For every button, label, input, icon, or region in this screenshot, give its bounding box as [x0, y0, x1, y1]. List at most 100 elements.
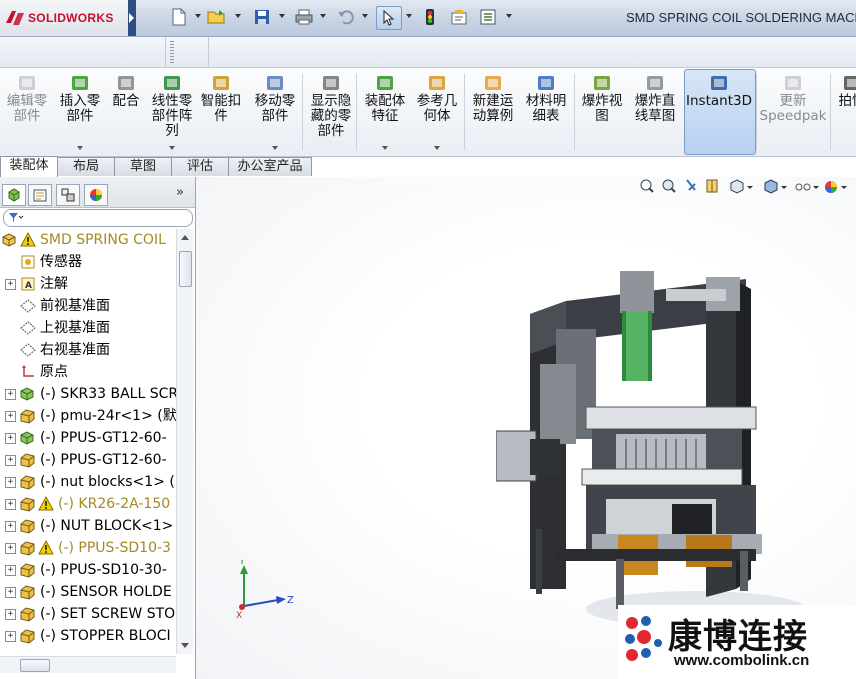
options-button[interactable] — [477, 6, 499, 28]
view-orientation-dropdown[interactable] — [747, 186, 753, 189]
tree-item[interactable]: + (-) nut blocks<1> ( — [0, 471, 176, 493]
explode-line-sketch-button[interactable]: 爆炸直 线草图 — [630, 68, 680, 156]
speedpak-button[interactable]: 更新 Speedpak — [758, 68, 828, 156]
tree-item[interactable]: 原点 — [0, 361, 176, 383]
tab-evaluate[interactable]: 评估 — [171, 157, 229, 176]
scroll-down-arrow-icon[interactable] — [181, 643, 189, 648]
expand-toggle-icon[interactable]: + — [5, 609, 16, 620]
expand-toggle-icon[interactable]: + — [5, 587, 16, 598]
expand-toggle-icon[interactable]: + — [5, 499, 16, 510]
scrollbar-thumb[interactable] — [20, 659, 50, 672]
menu-expand-arrow[interactable] — [128, 0, 136, 36]
print-dropdown[interactable] — [320, 14, 326, 18]
tab-sketch[interactable]: 草图 — [114, 157, 172, 176]
open-dropdown[interactable] — [235, 14, 241, 18]
tree-item[interactable]: + (-) pmu-24r<1> (默 — [0, 405, 176, 427]
save-dropdown[interactable] — [279, 14, 285, 18]
tree-vertical-scrollbar[interactable] — [176, 229, 193, 654]
dropdown-arrow-icon[interactable] — [77, 146, 83, 150]
tree-item[interactable]: + (-) NUT BLOCK<1> — [0, 515, 176, 537]
new-dropdown[interactable] — [195, 14, 201, 18]
tree-filter-input[interactable] — [3, 209, 193, 227]
expand-toggle-icon[interactable]: + — [5, 543, 16, 554]
tree-item[interactable]: + (-) PPUS-GT12-60- — [0, 449, 176, 471]
motion-study-button[interactable]: 新建运 动算例 — [466, 68, 520, 156]
expand-toggle-icon[interactable]: + — [5, 389, 16, 400]
dropdown-arrow-icon[interactable] — [434, 146, 440, 150]
tree-item[interactable]: + (-) KR26-2A-150 — [0, 493, 176, 515]
assembly-model-3d[interactable] — [496, 259, 856, 639]
view-orientation-icon[interactable] — [730, 179, 744, 194]
reference-geometry-button[interactable]: 参考几 何体 — [412, 68, 462, 156]
expand-toggle-icon[interactable]: + — [5, 455, 16, 466]
previous-view-icon[interactable] — [686, 179, 696, 191]
dropdown-arrow-icon[interactable] — [169, 146, 175, 150]
open-button[interactable] — [206, 6, 228, 28]
section-view-icon[interactable] — [706, 179, 718, 193]
tab-office-products[interactable]: 办公室产品 — [228, 157, 312, 176]
tree-root-assembly[interactable]: SMD SPRING COIL — [0, 229, 176, 251]
expand-toggle-icon[interactable]: + — [5, 565, 16, 576]
tree-item[interactable]: 右视基准面 — [0, 339, 176, 361]
tree-horizontal-scrollbar[interactable] — [0, 656, 176, 673]
hide-show-items-icon[interactable] — [795, 183, 811, 191]
tab-layout[interactable]: 布局 — [57, 157, 115, 176]
expand-toggle-icon[interactable]: + — [5, 279, 16, 290]
appearance-icon[interactable] — [825, 181, 837, 193]
tree-item[interactable]: + (-) PPUS-SD10-3 — [0, 537, 176, 559]
tree-item[interactable]: + (-) SKR33 BALL SCR — [0, 383, 176, 405]
tree-item[interactable]: + (-) PPUS-SD10-30- — [0, 559, 176, 581]
dropdown-arrow-icon[interactable] — [382, 146, 388, 150]
more-tabs-chevron-icon[interactable]: » — [176, 185, 184, 200]
solidworks-logo[interactable]: SOLIDWORKS — [0, 0, 129, 36]
save-button[interactable] — [251, 6, 273, 28]
insert-component-button[interactable]: 插入零 部件 — [56, 68, 104, 156]
assembly-features-button[interactable]: 装配体 特征 — [360, 68, 410, 156]
tree-item[interactable]: 上视基准面 — [0, 317, 176, 339]
exploded-view-button[interactable]: 爆炸视 图 — [576, 68, 628, 156]
bom-button[interactable]: 材料明 细表 — [522, 68, 570, 156]
mate-button[interactable]: 配合 — [108, 68, 144, 156]
expand-toggle-icon[interactable]: + — [5, 631, 16, 642]
tree-item[interactable]: + A 注解 — [0, 273, 176, 295]
rebuild-button[interactable] — [419, 6, 441, 28]
display-style-dropdown[interactable] — [781, 186, 787, 189]
scroll-up-arrow-icon[interactable] — [181, 235, 189, 240]
property-manager-tab[interactable] — [28, 184, 52, 206]
snapshot-button[interactable]: 拍快 — [832, 68, 856, 156]
display-manager-tab[interactable] — [84, 184, 108, 206]
zoom-to-area-icon[interactable] — [662, 179, 676, 193]
graphics-viewport[interactable]: Y Z X — [196, 177, 856, 679]
tree-item[interactable]: 前视基准面 — [0, 295, 176, 317]
move-component-button[interactable]: 移动零 部件 — [248, 68, 302, 156]
linear-pattern-button[interactable]: 线性零 部件阵 列 — [146, 68, 198, 156]
smart-fasteners-button[interactable]: 智能扣 件 — [198, 68, 244, 156]
toolbar-grip[interactable] — [170, 41, 174, 63]
expand-toggle-icon[interactable]: + — [5, 433, 16, 444]
tree-item[interactable]: + (-) STOPPER BLOCI — [0, 625, 176, 647]
feature-manager-tab[interactable] — [2, 184, 26, 206]
undo-button[interactable] — [335, 6, 357, 28]
configuration-manager-tab[interactable] — [56, 184, 80, 206]
tree-item[interactable]: + (-) PPUS-GT12-60- — [0, 427, 176, 449]
appearance-dropdown[interactable] — [841, 186, 847, 189]
scrollbar-thumb[interactable] — [179, 251, 192, 287]
tree-item[interactable]: + (-) SET SCREW STO — [0, 603, 176, 625]
expand-toggle-icon[interactable]: + — [5, 477, 16, 488]
edit-component-button[interactable]: 编辑零 部件 — [2, 68, 52, 156]
options-dropdown[interactable] — [506, 14, 512, 18]
select-button[interactable] — [376, 6, 402, 30]
tab-assembly[interactable]: 装配体 — [0, 156, 58, 177]
select-dropdown[interactable] — [406, 14, 412, 18]
zoom-to-fit-icon[interactable] — [640, 179, 654, 193]
new-document-button[interactable] — [168, 6, 190, 28]
show-hidden-button[interactable]: 显示隐 藏的零 部件 — [304, 68, 358, 156]
expand-toggle-icon[interactable]: + — [5, 521, 16, 532]
display-style-icon[interactable] — [764, 179, 778, 194]
hide-show-dropdown[interactable] — [813, 186, 819, 189]
tree-item[interactable]: + (-) SENSOR HOLDE — [0, 581, 176, 603]
tree-item[interactable]: 传感器 — [0, 251, 176, 273]
file-properties-button[interactable] — [448, 6, 470, 28]
expand-toggle-icon[interactable]: + — [5, 411, 16, 422]
undo-dropdown[interactable] — [362, 14, 368, 18]
